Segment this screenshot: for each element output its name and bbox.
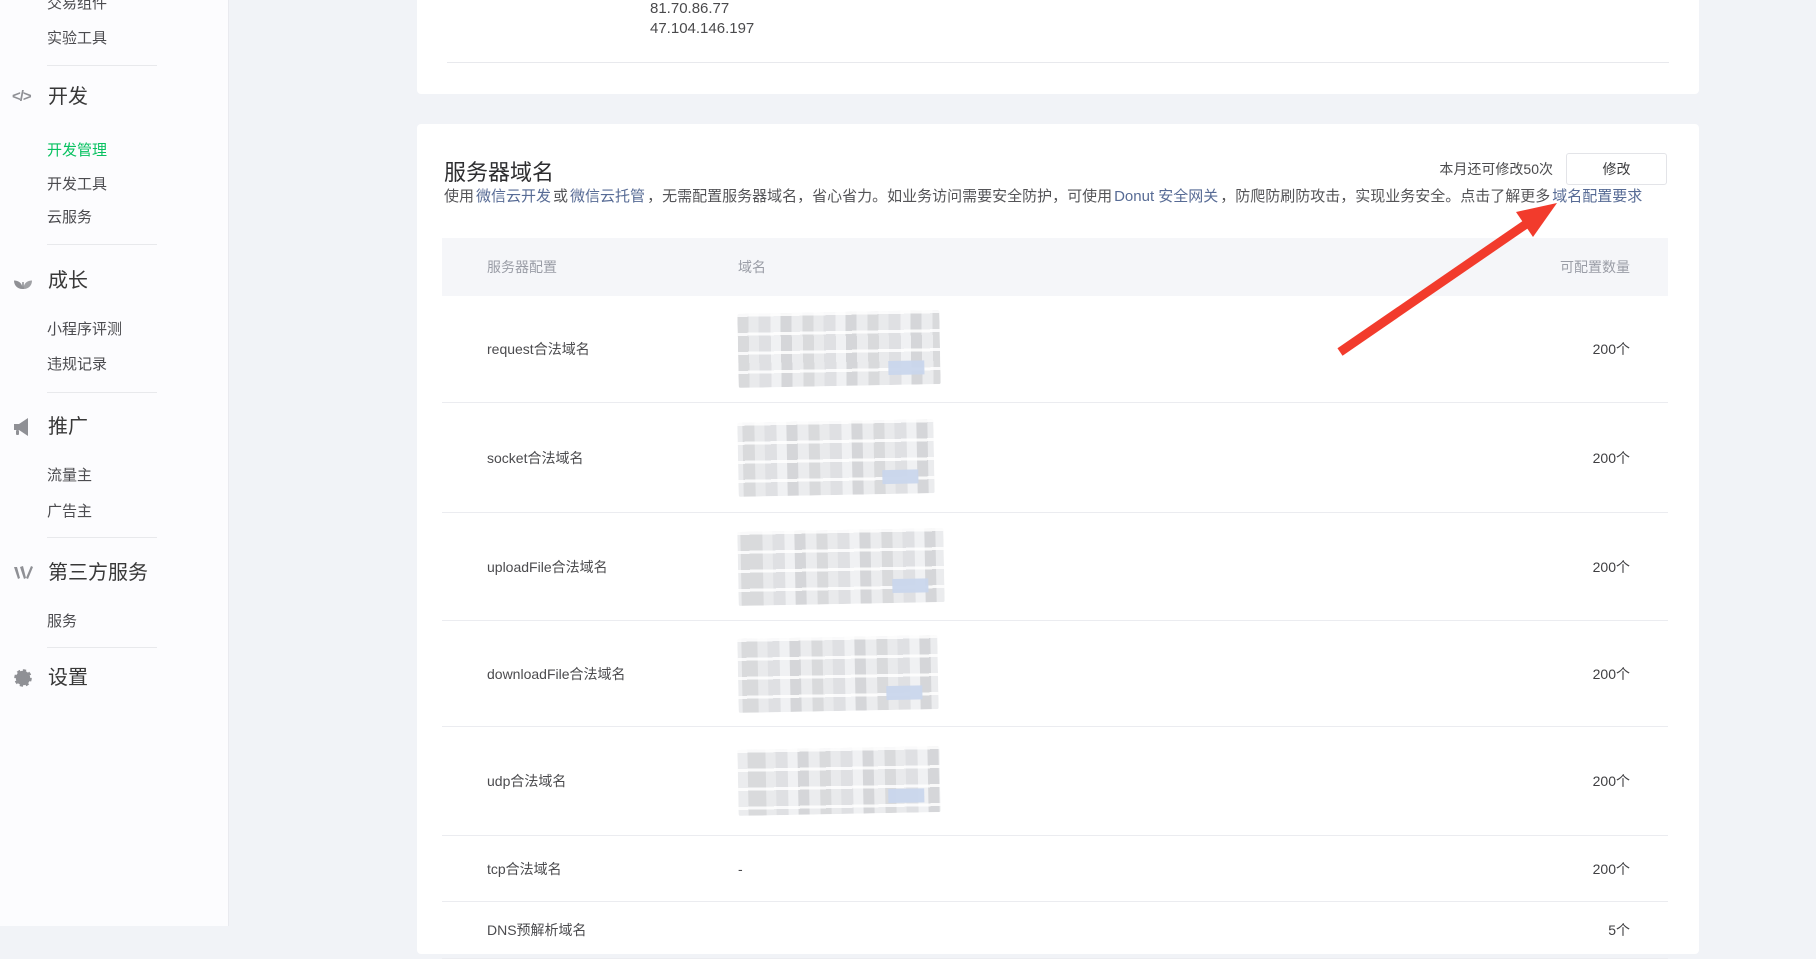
- sprout-icon: [12, 270, 34, 292]
- description-text: 或: [553, 188, 568, 205]
- sidebar-item-label: 第三方服务: [48, 560, 148, 586]
- server-config-label: uploadFile合法域名: [487, 557, 608, 577]
- ip-address: 81.70.86.77: [650, 1, 729, 17]
- domain-value: -: [738, 861, 743, 877]
- server-config-label: downloadFile合法域名: [487, 664, 626, 684]
- sidebar-item-label: 成长: [48, 268, 88, 294]
- sidebar-divider: [47, 537, 157, 538]
- sidebar-item-label: 广告主: [47, 502, 92, 522]
- configurable-count: 200个: [1593, 339, 1630, 359]
- modify-quota-note: 本月还可修改50次: [1439, 159, 1553, 179]
- table-row: DNS预解析域名 5个: [442, 902, 1668, 959]
- sidebar-divider: [47, 244, 157, 245]
- sidebar-item-label: 云服务: [47, 208, 92, 228]
- server-domain-card: 服务器域名 使用微信云开发或微信云托管，无需配置服务器域名，省心省力。如业务访问…: [417, 124, 1699, 954]
- table-row: downloadFile合法域名 200个: [442, 621, 1668, 727]
- sidebar-item-label: 服务: [47, 612, 77, 632]
- server-config-label: tcp合法域名: [487, 859, 562, 879]
- masked-domain-blur: [737, 746, 940, 816]
- page: { "colors": { "accent_green": "#07c160",…: [0, 0, 1816, 926]
- configurable-count: 200个: [1593, 859, 1630, 879]
- description-text: ，防爬防刷防攻击，实现业务安全。点击了解更多: [1220, 188, 1550, 205]
- sidebar-item-label: 流量主: [47, 466, 92, 486]
- sidebar: 交易组件实验工具 </> 开发开发管理开发工具云服务成长小程序评测违规记录推广流量主…: [0, 0, 229, 926]
- table-row: tcp合法域名 - 200个: [442, 836, 1668, 902]
- sidebar-item-label: 推广: [48, 414, 88, 440]
- server-config-label: socket合法域名: [487, 448, 583, 468]
- column-header-configurable-count: 可配置数量: [1560, 257, 1630, 277]
- server-config-label: request合法域名: [487, 339, 590, 359]
- table-row: request合法域名 200个: [442, 296, 1668, 403]
- page-title: 服务器域名: [444, 155, 554, 187]
- sidebar-item-label: 开发工具: [47, 175, 107, 195]
- modify-button[interactable]: 修改: [1566, 153, 1667, 185]
- sidebar-divider: [47, 65, 157, 66]
- sidebar-item-label: 实验工具: [47, 29, 107, 49]
- masked-domain-blur: [737, 419, 934, 497]
- sidebar-item-label: 开发管理: [47, 141, 107, 161]
- configurable-count: 200个: [1593, 448, 1630, 468]
- description-text: 使用: [444, 188, 474, 205]
- link-domain-config-requirements[interactable]: 域名配置要求: [1552, 188, 1642, 205]
- masked-domain-blur: [737, 528, 944, 606]
- configurable-count: 5个: [1608, 920, 1630, 940]
- description: 使用微信云开发或微信云托管，无需配置服务器域名，省心省力。如业务访问需要安全防护…: [444, 187, 1644, 207]
- masked-domain-blur: [737, 635, 938, 713]
- sidebar-item-label: 交易组件: [47, 0, 107, 14]
- sidebar-item-label: 设置: [48, 665, 88, 691]
- configurable-count: 200个: [1593, 557, 1630, 577]
- column-header-domain: 域名: [738, 257, 766, 277]
- ip-card: 81.70.86.77 47.104.146.197: [417, 0, 1699, 94]
- server-config-label: DNS预解析域名: [487, 920, 587, 940]
- table-header: 服务器配置 域名 可配置数量: [442, 238, 1668, 296]
- table-row: udp合法域名 200个: [442, 727, 1668, 836]
- ip-address: 47.104.146.197: [650, 21, 754, 37]
- column-header-server-config: 服务器配置: [487, 257, 557, 277]
- sidebar-item-label: 违规记录: [47, 355, 107, 375]
- link-wechat-cloud-dev[interactable]: 微信云开发: [476, 188, 551, 205]
- table-row: socket合法域名 200个: [442, 403, 1668, 513]
- table-row: uploadFile合法域名 200个: [442, 513, 1668, 621]
- code-icon: </>: [12, 86, 34, 108]
- configurable-count: 200个: [1593, 664, 1630, 684]
- gear-icon: [12, 667, 34, 689]
- link-donut-gateway[interactable]: Donut 安全网关: [1114, 188, 1218, 205]
- third-party-icon: [12, 562, 34, 584]
- link-wechat-cloud-hosting[interactable]: 微信云托管: [570, 188, 645, 205]
- masked-domain-blur: [737, 310, 940, 388]
- sidebar-item-label: 开发: [48, 84, 88, 110]
- divider: [447, 62, 1669, 63]
- configurable-count: 200个: [1593, 771, 1630, 791]
- server-config-label: udp合法域名: [487, 771, 566, 791]
- sidebar-divider: [47, 392, 157, 393]
- table-body: request合法域名200个socket合法域名200个uploadFile合…: [442, 296, 1668, 959]
- sidebar-divider: [47, 647, 157, 648]
- description-text: ，无需配置服务器域名，省心省力。如业务访问需要安全防护，可使用: [647, 188, 1112, 205]
- sidebar-item-label: 小程序评测: [47, 320, 122, 340]
- megaphone-icon: [12, 416, 34, 438]
- header-actions: 本月还可修改50次 修改: [1439, 153, 1667, 185]
